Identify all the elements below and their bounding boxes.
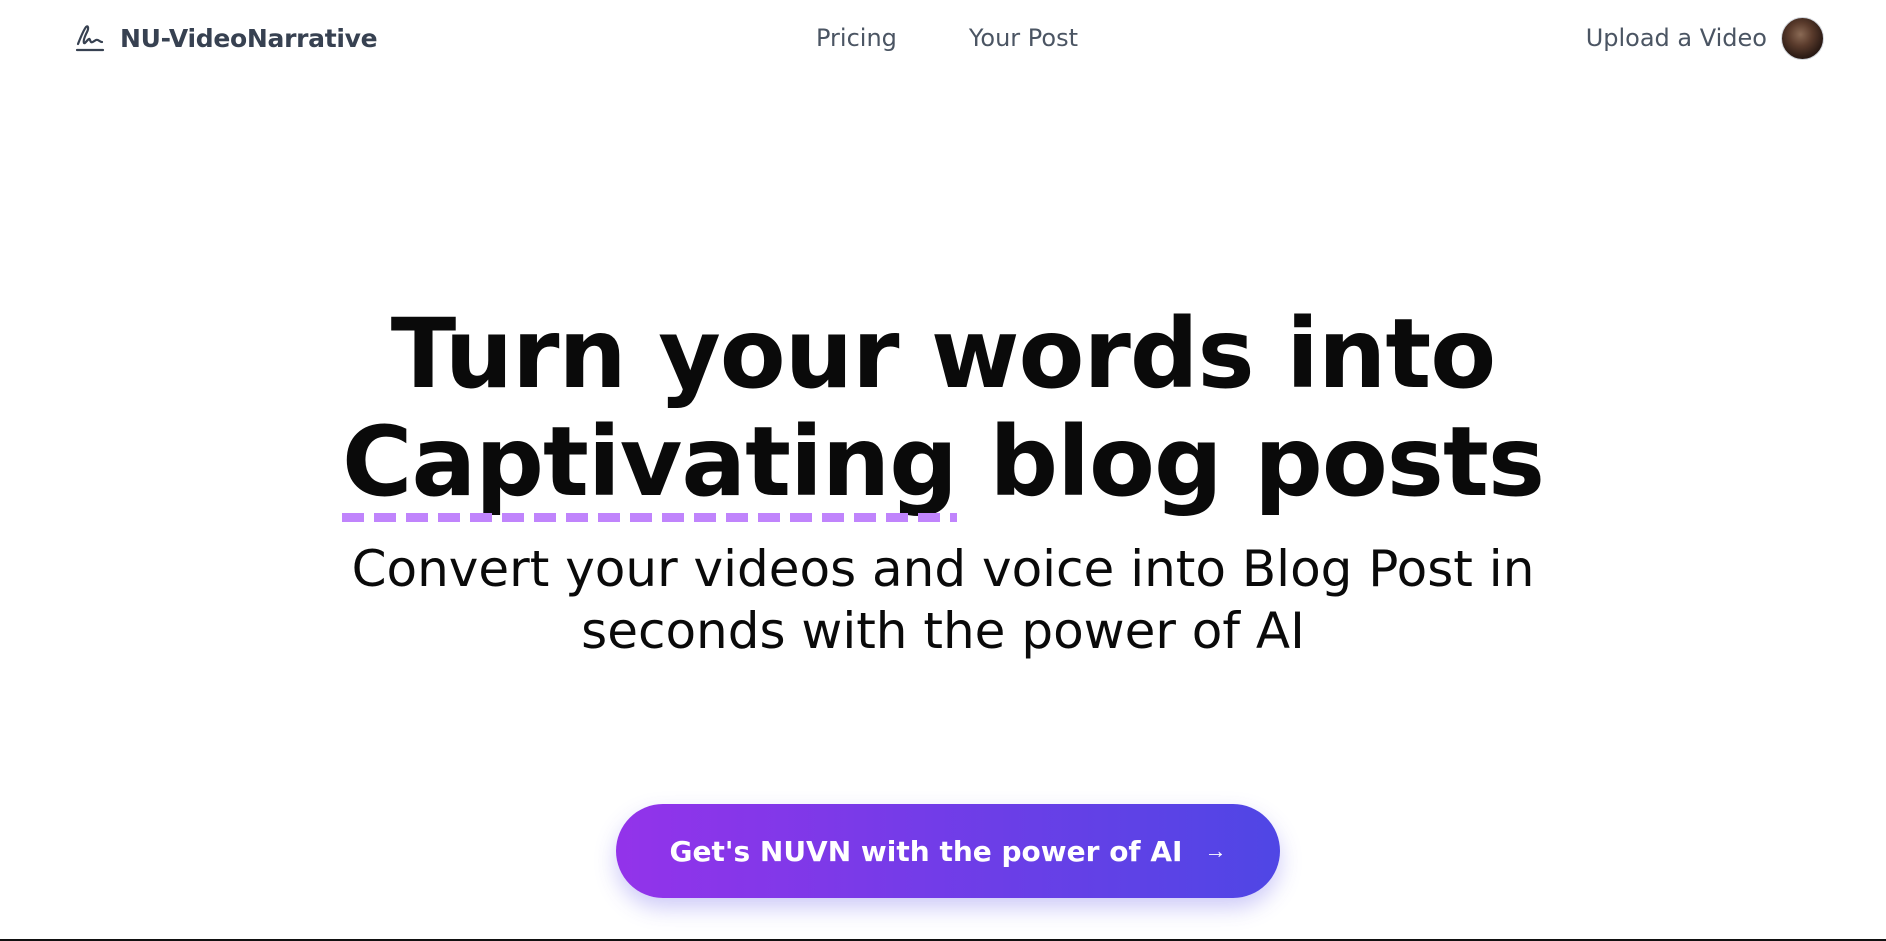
headline-line-1: Turn your words into: [390, 298, 1496, 410]
brand-name: NU-VideoNarrative: [120, 23, 378, 53]
site-header: NU-VideoNarrative Pricing Your Post Uplo…: [0, 0, 1886, 76]
main-nav: Pricing Your Post: [816, 22, 1078, 54]
landing-page: NU-VideoNarrative Pricing Your Post Uplo…: [0, 0, 1886, 941]
dashed-underline: [342, 513, 957, 522]
arrow-right-icon: →: [1204, 838, 1227, 863]
upload-video-link[interactable]: Upload a Video: [1586, 24, 1767, 52]
account-area: Upload a Video: [1586, 16, 1824, 60]
signature-icon: [74, 22, 106, 54]
nav-link-pricing[interactable]: Pricing: [816, 24, 897, 52]
get-started-button[interactable]: Get's NUVN with the power of AI →: [616, 804, 1280, 898]
hero-subheading: Convert your videos and voice into Blog …: [351, 540, 1535, 660]
headline-rest-text: blog posts: [956, 406, 1545, 518]
headline-highlight: Captivating: [342, 406, 958, 522]
headline-line-2: Captivating blog posts: [0, 406, 1886, 522]
nav-link-your-post[interactable]: Your Post: [969, 24, 1078, 52]
headline-highlight-text: Captivating: [342, 406, 958, 518]
user-avatar[interactable]: [1781, 16, 1824, 60]
cta-label: Get's NUVN with the power of AI: [669, 834, 1183, 868]
brand-logo-link[interactable]: NU-VideoNarrative: [74, 21, 378, 55]
hero-headline: Turn your words into Captivating blog po…: [0, 298, 1886, 522]
hero-section: Turn your words into Captivating blog po…: [0, 300, 1886, 662]
